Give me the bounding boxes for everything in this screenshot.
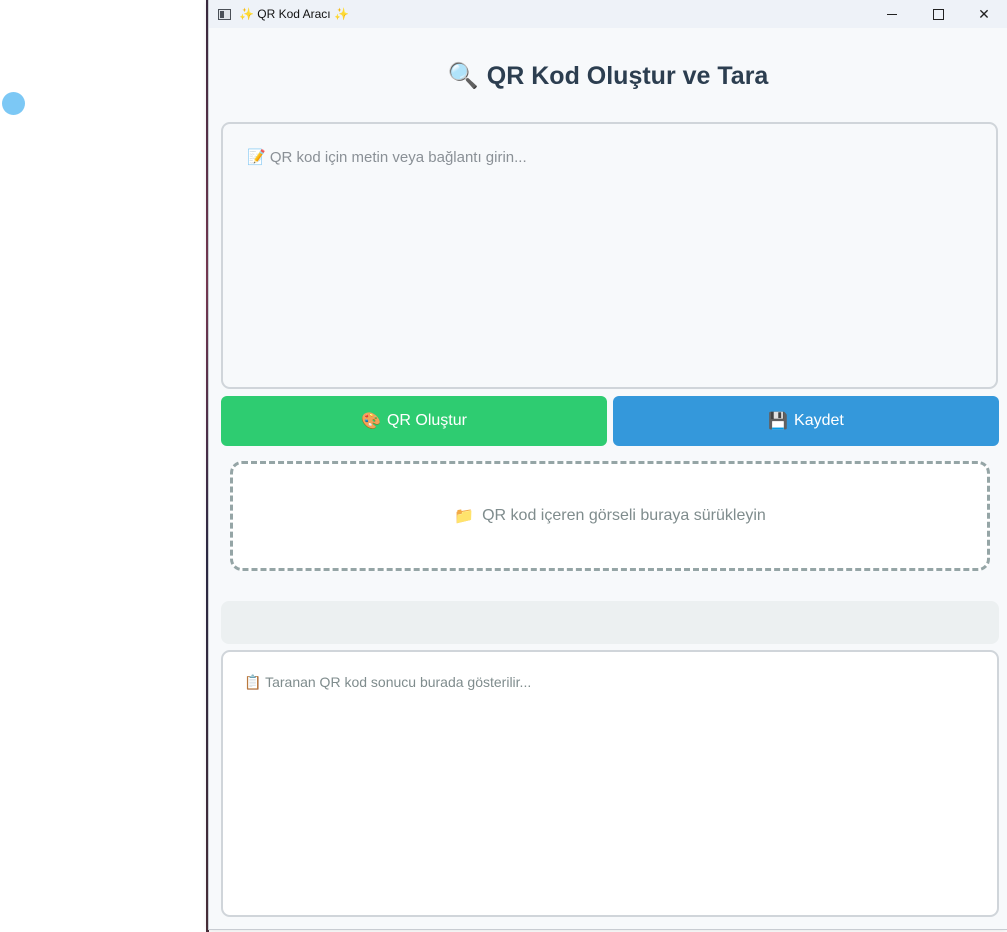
floppy-disk-icon: 💾 [768,413,789,430]
magnifier-icon: 🔍 [447,62,479,90]
clipboard-icon: 📋 [244,674,262,690]
minimize-button[interactable] [869,0,915,28]
palette-icon: 🎨 [361,413,381,430]
folder-icon: 📁 [454,508,475,525]
desktop-dot [2,92,25,115]
close-button[interactable]: ✕ [961,0,1007,28]
close-icon: ✕ [978,5,990,22]
window-controls: ✕ [869,0,1007,28]
qr-text-input-placeholder: QR kod için metin veya bağlantı girin... [269,149,527,166]
scan-result-output[interactable]: 📋 Taranan QR kod sonucu burada gösterili… [221,650,999,917]
generate-qr-button[interactable]: 🎨 QR Oluştur [221,396,607,446]
image-dropzone[interactable]: 📁 QR kod içeren görseli buraya sürükleyi… [230,461,990,571]
app-window: ✨ QR Kod Aracı ✨ ✕ 🔍 QR Kod Oluştur ve Ta… [208,0,1007,930]
app-icon [218,8,231,20]
title-bar[interactable]: ✨ QR Kod Aracı ✨ ✕ [209,0,1007,28]
page-title: 🔍 QR Kod Oluştur ve Tara [209,62,1007,91]
scan-result-placeholder: Taranan QR kod sonucu burada gösterilir.… [265,674,532,690]
save-button[interactable]: 💾 Kaydet [613,396,999,446]
status-bar [221,601,999,644]
page-title-text: QR Kod Oluştur ve Tara [486,62,769,90]
memo-icon: 📝 [247,149,266,166]
window-title: ✨ QR Kod Aracı ✨ [239,7,349,21]
dropzone-label: QR kod içeren görseli buraya sürükleyin [482,507,766,524]
save-label: Kaydet [794,412,844,429]
generate-qr-label: QR Oluştur [386,412,467,429]
maximize-button[interactable] [915,0,961,28]
qr-text-input[interactable]: 📝 QR kod için metin veya bağlantı girin.… [221,122,998,389]
